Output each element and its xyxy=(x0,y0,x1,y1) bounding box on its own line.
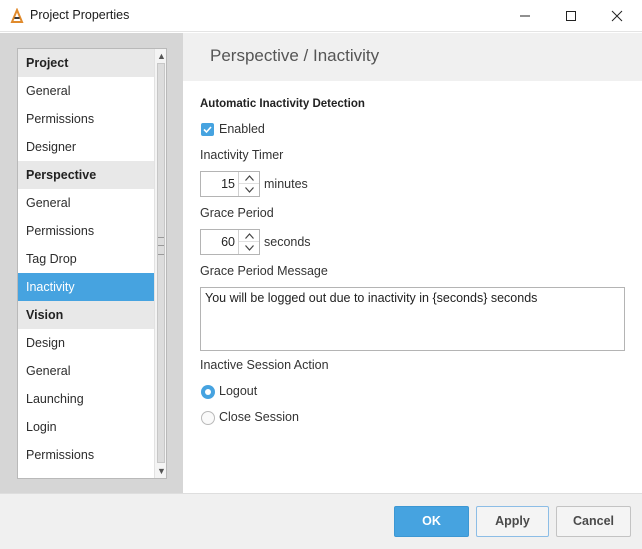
close-icon xyxy=(611,10,623,22)
ok-button[interactable]: OK xyxy=(394,506,469,537)
close-session-radio[interactable] xyxy=(201,411,215,425)
nav-item-project-permissions[interactable]: Permissions xyxy=(18,105,154,133)
logout-radio[interactable] xyxy=(201,385,215,399)
caret-down-icon xyxy=(244,245,254,251)
enabled-checkbox[interactable] xyxy=(201,123,214,136)
logout-label[interactable]: Logout xyxy=(219,384,257,398)
inactivity-timer-unit: minutes xyxy=(264,177,308,191)
session-action-label: Inactive Session Action xyxy=(200,358,329,372)
grace-period-value[interactable]: 60 xyxy=(201,230,235,254)
scroll-up-icon[interactable]: ▲ xyxy=(155,49,166,63)
nav-header-project: Project xyxy=(18,49,154,77)
nav-item-vision-general[interactable]: General xyxy=(18,357,154,385)
nav-item-vision-permissions[interactable]: Permissions xyxy=(18,441,154,469)
nav-item-vision-design[interactable]: Design xyxy=(18,329,154,357)
cancel-button[interactable]: Cancel xyxy=(556,506,631,537)
title-bar: Project Properties xyxy=(0,0,642,32)
increment-button[interactable] xyxy=(239,172,259,184)
grace-period-label: Grace Period xyxy=(200,206,274,220)
window-title: Project Properties xyxy=(30,8,130,22)
nav-header-vision: Vision xyxy=(18,301,154,329)
nav-item-designer[interactable]: Designer xyxy=(18,133,154,161)
nav-item-perspective-general[interactable]: General xyxy=(18,189,154,217)
category-list: Project General Permissions Designer Per… xyxy=(17,48,167,479)
ignition-logo-icon xyxy=(10,8,24,23)
nav-item-perspective-permissions[interactable]: Permissions xyxy=(18,217,154,245)
scroll-down-icon[interactable]: ▼ xyxy=(155,464,166,478)
nav-item-inactivity[interactable]: Inactivity xyxy=(18,273,154,301)
caret-up-icon xyxy=(244,232,254,239)
page-title: Perspective / Inactivity xyxy=(210,46,380,65)
grace-message-field[interactable]: You will be logged out due to inactivity… xyxy=(200,287,625,351)
scroll-thumb[interactable] xyxy=(157,63,165,463)
grace-period-stepper[interactable]: 60 xyxy=(200,229,260,255)
grace-period-unit: seconds xyxy=(264,235,311,249)
checkmark-icon xyxy=(203,126,212,134)
nav-item-project-general[interactable]: General xyxy=(18,77,154,105)
enabled-label[interactable]: Enabled xyxy=(219,122,265,136)
nav-item-login[interactable]: Login xyxy=(18,413,154,441)
inactivity-timer-stepper[interactable]: 15 xyxy=(200,171,260,197)
apply-button[interactable]: Apply xyxy=(476,506,549,537)
close-button[interactable] xyxy=(594,0,640,32)
maximize-icon xyxy=(566,11,576,21)
decrement-button[interactable] xyxy=(239,242,259,254)
nav-header-perspective: Perspective xyxy=(18,161,154,189)
nav-item-tag-drop[interactable]: Tag Drop xyxy=(18,245,154,273)
caret-up-icon xyxy=(244,174,254,181)
inactivity-timer-label: Inactivity Timer xyxy=(200,148,284,162)
grip-icon xyxy=(158,237,164,255)
minimize-icon xyxy=(520,15,530,17)
grace-message-label: Grace Period Message xyxy=(200,264,328,278)
close-session-label[interactable]: Close Session xyxy=(219,410,299,424)
minimize-button[interactable] xyxy=(502,0,548,32)
caret-down-icon xyxy=(244,187,254,193)
increment-button[interactable] xyxy=(239,230,259,242)
decrement-button[interactable] xyxy=(239,184,259,196)
maximize-button[interactable] xyxy=(548,0,594,32)
list-scrollbar[interactable]: ▲ ▼ xyxy=(154,49,166,478)
inactivity-timer-value[interactable]: 15 xyxy=(201,172,235,196)
section-title: Automatic Inactivity Detection xyxy=(200,98,365,110)
nav-item-launching[interactable]: Launching xyxy=(18,385,154,413)
